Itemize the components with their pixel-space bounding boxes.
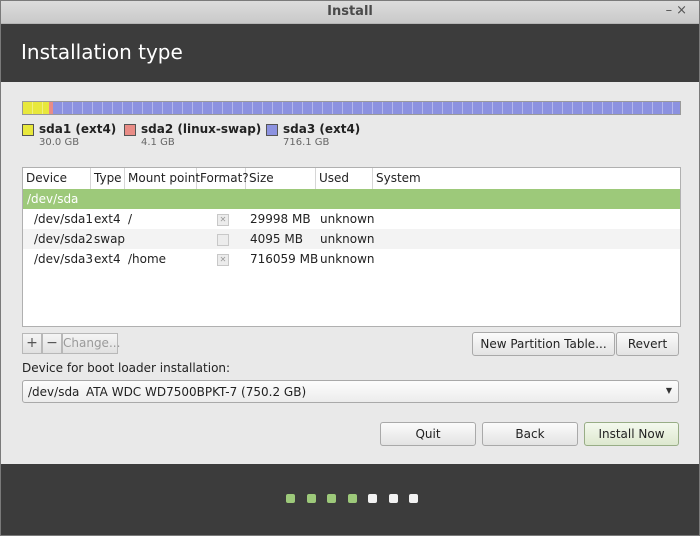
cell-mount: /home bbox=[128, 252, 167, 266]
progress-dot-complete bbox=[306, 494, 316, 503]
table-row[interactable]: /dev/sda3 ext4 /home ✕ 716059 MB unknown bbox=[23, 249, 680, 269]
legend-name: sda2 (linux-swap) bbox=[141, 122, 262, 136]
cell-device: /dev/sda3 bbox=[34, 252, 94, 266]
cell-used: unknown bbox=[320, 212, 375, 226]
column-header-format[interactable]: Format? bbox=[197, 168, 249, 189]
page-title: Installation type bbox=[21, 40, 183, 64]
cell-used: unknown bbox=[320, 232, 375, 246]
quit-button[interactable]: Quit bbox=[380, 422, 476, 446]
legend-name: sda3 (ext4) bbox=[283, 122, 361, 136]
boot-loader-select[interactable]: /dev/sda ATA WDC WD7500BPKT-7 (750.2 GB)… bbox=[22, 380, 679, 403]
progress-dot-complete bbox=[347, 494, 357, 503]
dropdown-arrow-icon: ▼ bbox=[665, 386, 672, 395]
install-now-button[interactable]: Install Now bbox=[584, 422, 679, 446]
cell-used: unknown bbox=[320, 252, 375, 266]
format-checkbox-checked[interactable]: ✕ bbox=[217, 214, 229, 226]
remove-partition-button[interactable]: − bbox=[42, 333, 62, 354]
legend-name: sda1 (ext4) bbox=[39, 122, 117, 136]
cell-size: 29998 MB bbox=[250, 212, 311, 226]
partition-bar bbox=[22, 101, 681, 115]
boot-device: /dev/sda bbox=[28, 385, 80, 399]
format-checkbox-unchecked[interactable] bbox=[217, 234, 229, 246]
close-icon[interactable]: × bbox=[676, 3, 691, 18]
column-header-mount-point[interactable]: Mount point bbox=[125, 168, 200, 189]
cell-device: /dev/sda2 bbox=[34, 232, 94, 246]
title-bar: Install –× bbox=[1, 1, 699, 24]
change-partition-button[interactable]: Change... bbox=[62, 333, 120, 354]
minimize-icon[interactable]: – bbox=[666, 3, 677, 18]
legend-size: 716.1 GB bbox=[283, 137, 330, 148]
progress-footer bbox=[1, 464, 699, 535]
legend-size: 30.0 GB bbox=[39, 137, 80, 148]
column-header-device[interactable]: Device bbox=[23, 168, 91, 189]
cell-mount: / bbox=[128, 212, 133, 226]
sda2-swatch bbox=[124, 124, 136, 136]
cell-type: swap bbox=[94, 232, 126, 246]
partition-segment-1 bbox=[23, 102, 50, 114]
table-row[interactable]: /dev/sda1 ext4 / ✕ 29998 MB unknown bbox=[23, 209, 680, 229]
add-partition-button[interactable]: + bbox=[22, 333, 42, 354]
column-header-system[interactable]: System bbox=[373, 168, 680, 189]
sda3-swatch bbox=[266, 124, 278, 136]
new-partition-table-button[interactable]: New Partition Table... bbox=[472, 332, 615, 356]
progress-dot-complete bbox=[327, 494, 336, 503]
format-checkbox-checked[interactable]: ✕ bbox=[217, 254, 229, 266]
revert-button[interactable]: Revert bbox=[616, 332, 679, 356]
cell-size: 716059 MB bbox=[250, 252, 319, 266]
partition-segment-3 bbox=[53, 102, 680, 114]
legend-size: 4.1 GB bbox=[141, 137, 175, 148]
boot-device-description: ATA WDC WD7500BPKT-7 (750.2 GB) bbox=[86, 385, 307, 399]
cell-type: ext4 bbox=[94, 212, 121, 226]
progress-dot-pending bbox=[368, 494, 377, 503]
cell-device: /dev/sda1 bbox=[34, 212, 94, 226]
table-header: Device Type Mount point Format? Size Use… bbox=[23, 168, 680, 190]
cell-size: 4095 MB bbox=[250, 232, 303, 246]
column-header-type[interactable]: Type bbox=[91, 168, 125, 189]
progress-dot-pending bbox=[409, 494, 418, 503]
back-button[interactable]: Back bbox=[482, 422, 578, 446]
partition-table: Device Type Mount point Format? Size Use… bbox=[22, 167, 681, 327]
table-row[interactable]: /dev/sda2 swap 4095 MB unknown bbox=[23, 229, 680, 249]
sda1-swatch bbox=[22, 124, 34, 136]
disk-device: /dev/sda bbox=[27, 192, 79, 206]
installer-window: Install –× Installation type sda1 (ext4)… bbox=[0, 0, 700, 536]
window-controls: –× bbox=[666, 3, 691, 18]
column-header-used[interactable]: Used bbox=[316, 168, 373, 189]
progress-dot-pending bbox=[388, 494, 398, 503]
column-header-size[interactable]: Size bbox=[246, 168, 316, 189]
cell-type: ext4 bbox=[94, 252, 121, 266]
table-row-disk[interactable]: /dev/sda bbox=[23, 189, 680, 209]
page-header: Installation type bbox=[1, 24, 699, 82]
boot-loader-label: Device for boot loader installation: bbox=[22, 361, 231, 375]
window-title: Install bbox=[327, 4, 373, 19]
progress-dot-complete bbox=[286, 494, 295, 503]
